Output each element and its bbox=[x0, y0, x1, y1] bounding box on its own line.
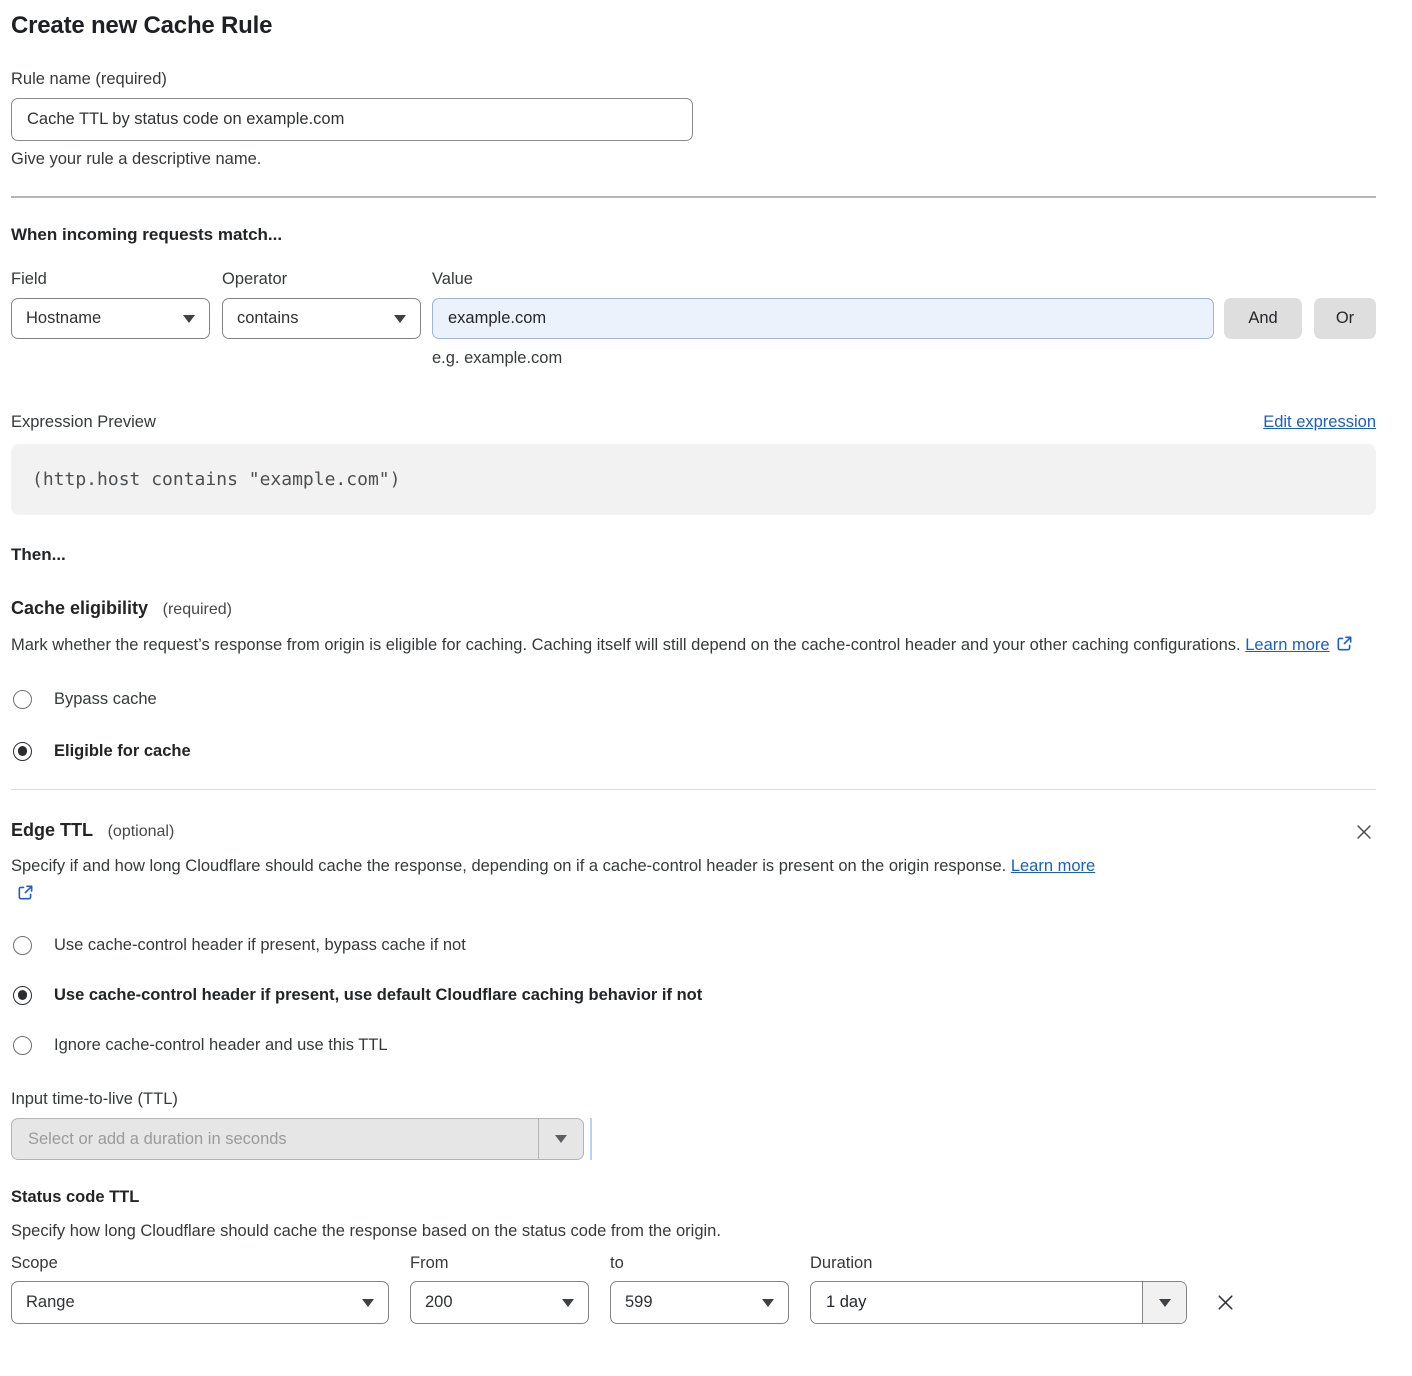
from-label: From bbox=[410, 1253, 589, 1273]
value-input[interactable] bbox=[432, 298, 1214, 339]
status-row-delete-button[interactable] bbox=[1213, 1290, 1238, 1315]
radio-icon bbox=[13, 742, 32, 761]
edge-ttl-title: Edge TTL bbox=[11, 820, 93, 840]
section-divider bbox=[11, 196, 1376, 198]
edit-expression-link[interactable]: Edit expression bbox=[1263, 413, 1376, 432]
to-select[interactable]: 599 bbox=[610, 1281, 789, 1324]
value-column: Value e.g. example.com bbox=[432, 269, 1214, 368]
cache-eligibility-title: Cache eligibility bbox=[11, 598, 148, 618]
to-label: to bbox=[610, 1253, 789, 1273]
radio-icon bbox=[13, 690, 32, 709]
field-select[interactable]: Hostname bbox=[11, 298, 210, 339]
chevron-down-icon bbox=[1159, 1299, 1171, 1307]
to-select-value: 599 bbox=[625, 1293, 653, 1312]
cache-eligibility-description: Mark whether the request’s response from… bbox=[11, 631, 1361, 661]
radio-icon bbox=[13, 1036, 32, 1055]
status-code-ttl-row: Range 200 599 bbox=[11, 1281, 1376, 1324]
edge-ttl-header: Edge TTL (optional) bbox=[11, 820, 174, 841]
external-link-icon bbox=[17, 882, 34, 910]
value-label: Value bbox=[432, 269, 1214, 289]
duration-label: Duration bbox=[810, 1253, 1187, 1273]
page-title: Create new Cache Rule bbox=[11, 12, 1376, 40]
field-select-value: Hostname bbox=[26, 309, 101, 328]
radio-label: Use cache-control header if present, byp… bbox=[54, 934, 466, 956]
and-button[interactable]: And bbox=[1224, 298, 1302, 339]
edge-ttl-badge: (optional) bbox=[108, 823, 175, 840]
or-button[interactable]: Or bbox=[1314, 298, 1376, 339]
then-heading: Then... bbox=[11, 545, 1376, 565]
scope-label: Scope bbox=[11, 1253, 389, 1273]
operator-label: Operator bbox=[222, 269, 421, 289]
radio-icon bbox=[13, 936, 32, 955]
expression-code: (http.host contains "example.com") bbox=[32, 469, 400, 490]
radio-label: Eligible for cache bbox=[54, 740, 191, 762]
duration-dropdown-button[interactable] bbox=[1142, 1282, 1186, 1323]
rule-name-label: Rule name (required) bbox=[11, 69, 1376, 89]
chevron-down-icon bbox=[562, 1299, 574, 1307]
ttl-select-placeholder: Select or add a duration in seconds bbox=[12, 1130, 538, 1149]
from-select[interactable]: 200 bbox=[410, 1281, 589, 1324]
operator-select-value: contains bbox=[237, 309, 298, 328]
status-code-ttl-title: Status code TTL bbox=[11, 1188, 1376, 1207]
radio-ignore-cache-control[interactable]: Ignore cache-control header and use this… bbox=[11, 1034, 1376, 1056]
external-link-icon bbox=[1336, 633, 1353, 661]
expression-preview-label: Expression Preview bbox=[11, 412, 156, 432]
expression-preview-box: (http.host contains "example.com") bbox=[11, 444, 1376, 515]
ttl-select-arrow[interactable] bbox=[538, 1119, 583, 1159]
radio-cache-control-default[interactable]: Use cache-control header if present, use… bbox=[11, 984, 1376, 1006]
edge-ttl-description: Specify if and how long Cloudflare shoul… bbox=[11, 852, 1116, 910]
duration-input[interactable] bbox=[811, 1282, 1142, 1323]
or-button-wrap: Or bbox=[1314, 298, 1376, 368]
create-cache-rule-form: Create new Cache Rule Rule name (require… bbox=[11, 12, 1376, 1324]
radio-eligible-for-cache[interactable]: Eligible for cache bbox=[11, 740, 1376, 762]
cache-eligibility-header: Cache eligibility (required) bbox=[11, 598, 1376, 619]
chevron-down-icon bbox=[183, 315, 195, 323]
ttl-duration-select[interactable]: Select or add a duration in seconds bbox=[11, 1118, 584, 1160]
edge-ttl-description-text: Specify if and how long Cloudflare shoul… bbox=[11, 857, 1006, 875]
operator-select[interactable]: contains bbox=[222, 298, 421, 339]
chevron-down-icon bbox=[362, 1299, 374, 1307]
from-select-value: 200 bbox=[425, 1293, 453, 1312]
cache-eligibility-badge: (required) bbox=[163, 601, 232, 618]
scope-select-value: Range bbox=[26, 1293, 75, 1312]
ttl-input-label: Input time-to-live (TTL) bbox=[11, 1089, 1376, 1109]
scope-select[interactable]: Range bbox=[11, 1281, 389, 1324]
cache-eligibility-description-text: Mark whether the request’s response from… bbox=[11, 636, 1241, 654]
radio-bypass-cache[interactable]: Bypass cache bbox=[11, 688, 1376, 710]
close-icon bbox=[1215, 1292, 1236, 1313]
radio-label: Ignore cache-control header and use this… bbox=[54, 1034, 388, 1056]
edge-ttl-close-button[interactable] bbox=[1352, 820, 1376, 844]
rule-name-help: Give your rule a descriptive name. bbox=[11, 149, 1376, 169]
close-icon bbox=[1354, 822, 1374, 842]
radio-icon bbox=[13, 986, 32, 1005]
chevron-down-icon bbox=[555, 1135, 567, 1143]
duration-combobox bbox=[810, 1281, 1187, 1324]
chevron-down-icon bbox=[394, 315, 406, 323]
cache-eligibility-learn-more-link[interactable]: Learn more bbox=[1245, 636, 1329, 654]
rule-name-input[interactable] bbox=[11, 98, 693, 141]
operator-column: Operator contains bbox=[222, 269, 421, 368]
status-code-ttl-description: Specify how long Cloudflare should cache… bbox=[11, 1221, 1376, 1241]
field-column: Field Hostname bbox=[11, 269, 210, 368]
value-help: e.g. example.com bbox=[432, 348, 1214, 368]
section-divider bbox=[11, 789, 1376, 790]
radio-cache-control-bypass[interactable]: Use cache-control header if present, byp… bbox=[11, 934, 1376, 956]
edge-ttl-learn-more-link[interactable]: Learn more bbox=[1011, 857, 1095, 875]
and-button-wrap: And bbox=[1224, 298, 1302, 368]
match-heading: When incoming requests match... bbox=[11, 225, 1376, 245]
chevron-down-icon bbox=[762, 1299, 774, 1307]
radio-label: Bypass cache bbox=[54, 688, 157, 710]
ttl-select-focus-bar bbox=[590, 1118, 592, 1160]
field-label: Field bbox=[11, 269, 210, 289]
radio-label: Use cache-control header if present, use… bbox=[54, 984, 702, 1006]
match-condition-row: Field Hostname Operator contains Value e… bbox=[11, 269, 1376, 368]
